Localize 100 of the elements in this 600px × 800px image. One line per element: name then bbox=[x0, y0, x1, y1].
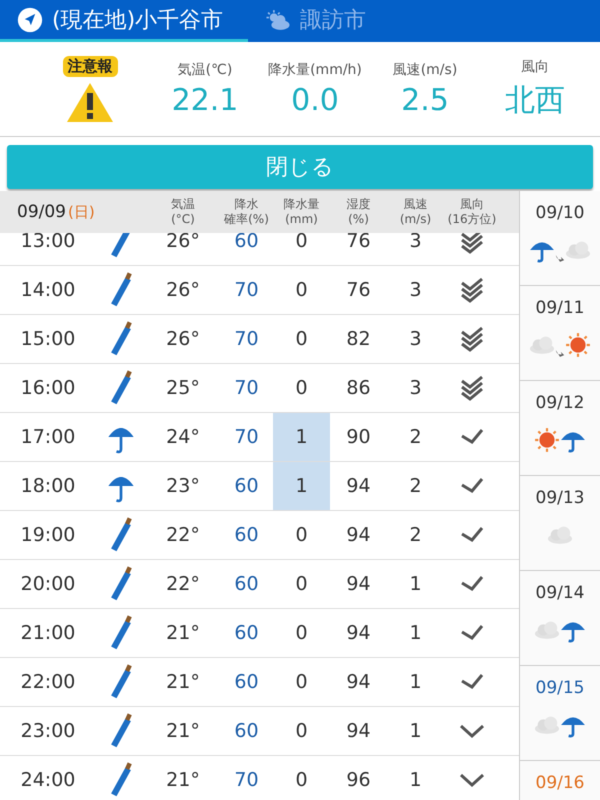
precipitation-chance-cell-text: 60 bbox=[233, 572, 260, 597]
precipitation-chance-cell-text: 60 bbox=[233, 621, 260, 646]
time-cell-text: 21:00 bbox=[20, 621, 76, 646]
precipitation-chance-cell-text: 70 bbox=[233, 278, 260, 303]
precipitation-cell-text: 0 bbox=[294, 376, 309, 401]
precipitation-cell-text: 0 bbox=[294, 233, 309, 254]
precipitation-chance-cell-text: 60 bbox=[233, 233, 260, 254]
humidity-cell-text: 94 bbox=[345, 523, 372, 548]
humidity-cell-text: 82 bbox=[345, 327, 372, 352]
column-header: 降水 確率(%) bbox=[223, 197, 270, 227]
time-cell-text: 14:00 bbox=[20, 278, 76, 303]
time-cell-text: 15:00 bbox=[20, 327, 76, 352]
precipitation-cell-text: 0 bbox=[294, 278, 309, 303]
precipitation-chance-cell-text: 60 bbox=[233, 670, 260, 695]
day-item[interactable]: 09/14 bbox=[520, 571, 600, 666]
temperature-cell-text: 26° bbox=[165, 233, 201, 254]
precipitation-cell-text: 0 bbox=[294, 670, 309, 695]
humidity-cell-text: 94 bbox=[345, 621, 372, 646]
temperature-cell-text: 25° bbox=[165, 376, 201, 401]
wind-speed-cell-text: 1 bbox=[408, 670, 423, 695]
time-cell-text: 19:00 bbox=[20, 523, 76, 548]
day-item[interactable]: 09/13 bbox=[520, 476, 600, 571]
wind-speed-cell-text: 2 bbox=[408, 523, 423, 548]
wind-speed-cell-text: 2 bbox=[408, 474, 423, 499]
precipitation-cell-text: 0 bbox=[294, 621, 309, 646]
time-cell-text: 22:00 bbox=[20, 670, 76, 695]
humidity-cell-text: 94 bbox=[345, 572, 372, 597]
precipitation-chance-cell-text: 60 bbox=[233, 719, 260, 744]
precipitation-chance-cell-text: 60 bbox=[233, 474, 260, 499]
reading-value: 2.5 bbox=[401, 82, 449, 118]
wind-direction-icon bbox=[458, 277, 486, 303]
reading-label: 気温(℃) bbox=[178, 60, 232, 78]
column-header: 風速 (m/s) bbox=[398, 197, 432, 227]
time-cell-text: 13:00 bbox=[20, 233, 76, 254]
reading-value: 22.1 bbox=[172, 82, 238, 118]
day-item[interactable]: 09/12 bbox=[520, 381, 600, 476]
precipitation-cell-text: 0 bbox=[294, 327, 309, 352]
precipitation-chance-cell-text: 70 bbox=[233, 768, 260, 793]
humidity-cell-text: 76 bbox=[345, 278, 372, 303]
time-cell-text: 18:00 bbox=[20, 474, 76, 499]
column-header: 降水量 (mm) bbox=[282, 197, 320, 227]
precipitation-chance-cell-text: 60 bbox=[233, 523, 260, 548]
warning-badge: 注意報 bbox=[62, 56, 118, 76]
temperature-cell-text: 21° bbox=[165, 719, 201, 744]
temperature-cell-text: 22° bbox=[165, 572, 201, 597]
wind-speed-cell-text: 3 bbox=[408, 233, 423, 254]
wind-speed-cell-text: 1 bbox=[408, 719, 423, 744]
wind-direction-icon bbox=[458, 326, 486, 352]
warning-icon bbox=[66, 80, 114, 122]
wind-speed-cell-text: 1 bbox=[408, 572, 423, 597]
day-item[interactable]: 09/11 bbox=[520, 286, 600, 381]
temperature-cell-text: 22° bbox=[165, 523, 201, 548]
precipitation-chance-cell-text: 70 bbox=[233, 425, 260, 450]
wind-direction-icon bbox=[458, 375, 486, 401]
reading-label: 風向 bbox=[521, 58, 549, 76]
column-header: 湿度 (%) bbox=[346, 197, 372, 227]
time-cell-text: 20:00 bbox=[20, 572, 76, 597]
temperature-cell-text: 21° bbox=[165, 768, 201, 793]
date-label: 09/09 bbox=[17, 202, 66, 222]
reading-label: 降水量(mm/h) bbox=[268, 60, 362, 78]
time-cell-text: 23:00 bbox=[20, 719, 76, 744]
weekday-label: (日) bbox=[68, 202, 95, 222]
time-cell-text: 24:00 bbox=[20, 768, 76, 793]
humidity-cell-text: 96 bbox=[345, 768, 372, 793]
reading-value: 北西 bbox=[505, 82, 565, 120]
temperature-cell-text: 24° bbox=[165, 425, 201, 450]
time-cell-text: 16:00 bbox=[20, 376, 76, 401]
temperature-cell-text: 21° bbox=[165, 670, 201, 695]
wind-speed-cell-text: 3 bbox=[408, 327, 423, 352]
humidity-cell-text: 90 bbox=[345, 425, 372, 450]
navigation-icon bbox=[16, 6, 44, 32]
precipitation-cell-text: 0 bbox=[294, 572, 309, 597]
day-item[interactable]: 09/10 bbox=[520, 191, 600, 286]
precipitation-cell: 1 bbox=[273, 462, 330, 510]
precipitation-cell: 1 bbox=[273, 413, 330, 461]
wind-speed-cell-text: 1 bbox=[408, 768, 423, 793]
temperature-cell-text: 26° bbox=[165, 327, 201, 352]
temperature-cell-text: 26° bbox=[165, 278, 201, 303]
humidity-cell-text: 94 bbox=[345, 474, 372, 499]
reading-value: 0.0 bbox=[291, 82, 339, 118]
wind-speed-cell-text: 2 bbox=[408, 425, 423, 450]
wind-direction-icon bbox=[458, 233, 486, 254]
sun-icon bbox=[565, 332, 591, 358]
wind-speed-cell-text: 1 bbox=[408, 621, 423, 646]
precipitation-chance-cell-text: 70 bbox=[233, 376, 260, 401]
wind-speed-cell-text: 3 bbox=[408, 376, 423, 401]
precipitation-chance-cell-text: 70 bbox=[233, 327, 260, 352]
column-header: 風向 (16方位) bbox=[446, 197, 498, 227]
sun-icon bbox=[534, 427, 560, 453]
humidity-cell-text: 76 bbox=[345, 233, 372, 254]
day-item[interactable]: 09/15 bbox=[520, 666, 600, 761]
precipitation-cell-text: 0 bbox=[294, 719, 309, 744]
temperature-cell-text: 23° bbox=[165, 474, 201, 499]
temperature-cell-text: 21° bbox=[165, 621, 201, 646]
time-cell-text: 17:00 bbox=[20, 425, 76, 450]
precipitation-cell-text: 0 bbox=[294, 523, 309, 548]
humidity-cell-text: 86 bbox=[345, 376, 372, 401]
column-header: 気温 (°C) bbox=[170, 197, 196, 227]
reading-label: 風速(m/s) bbox=[392, 60, 458, 78]
precipitation-cell-text: 0 bbox=[294, 768, 309, 793]
